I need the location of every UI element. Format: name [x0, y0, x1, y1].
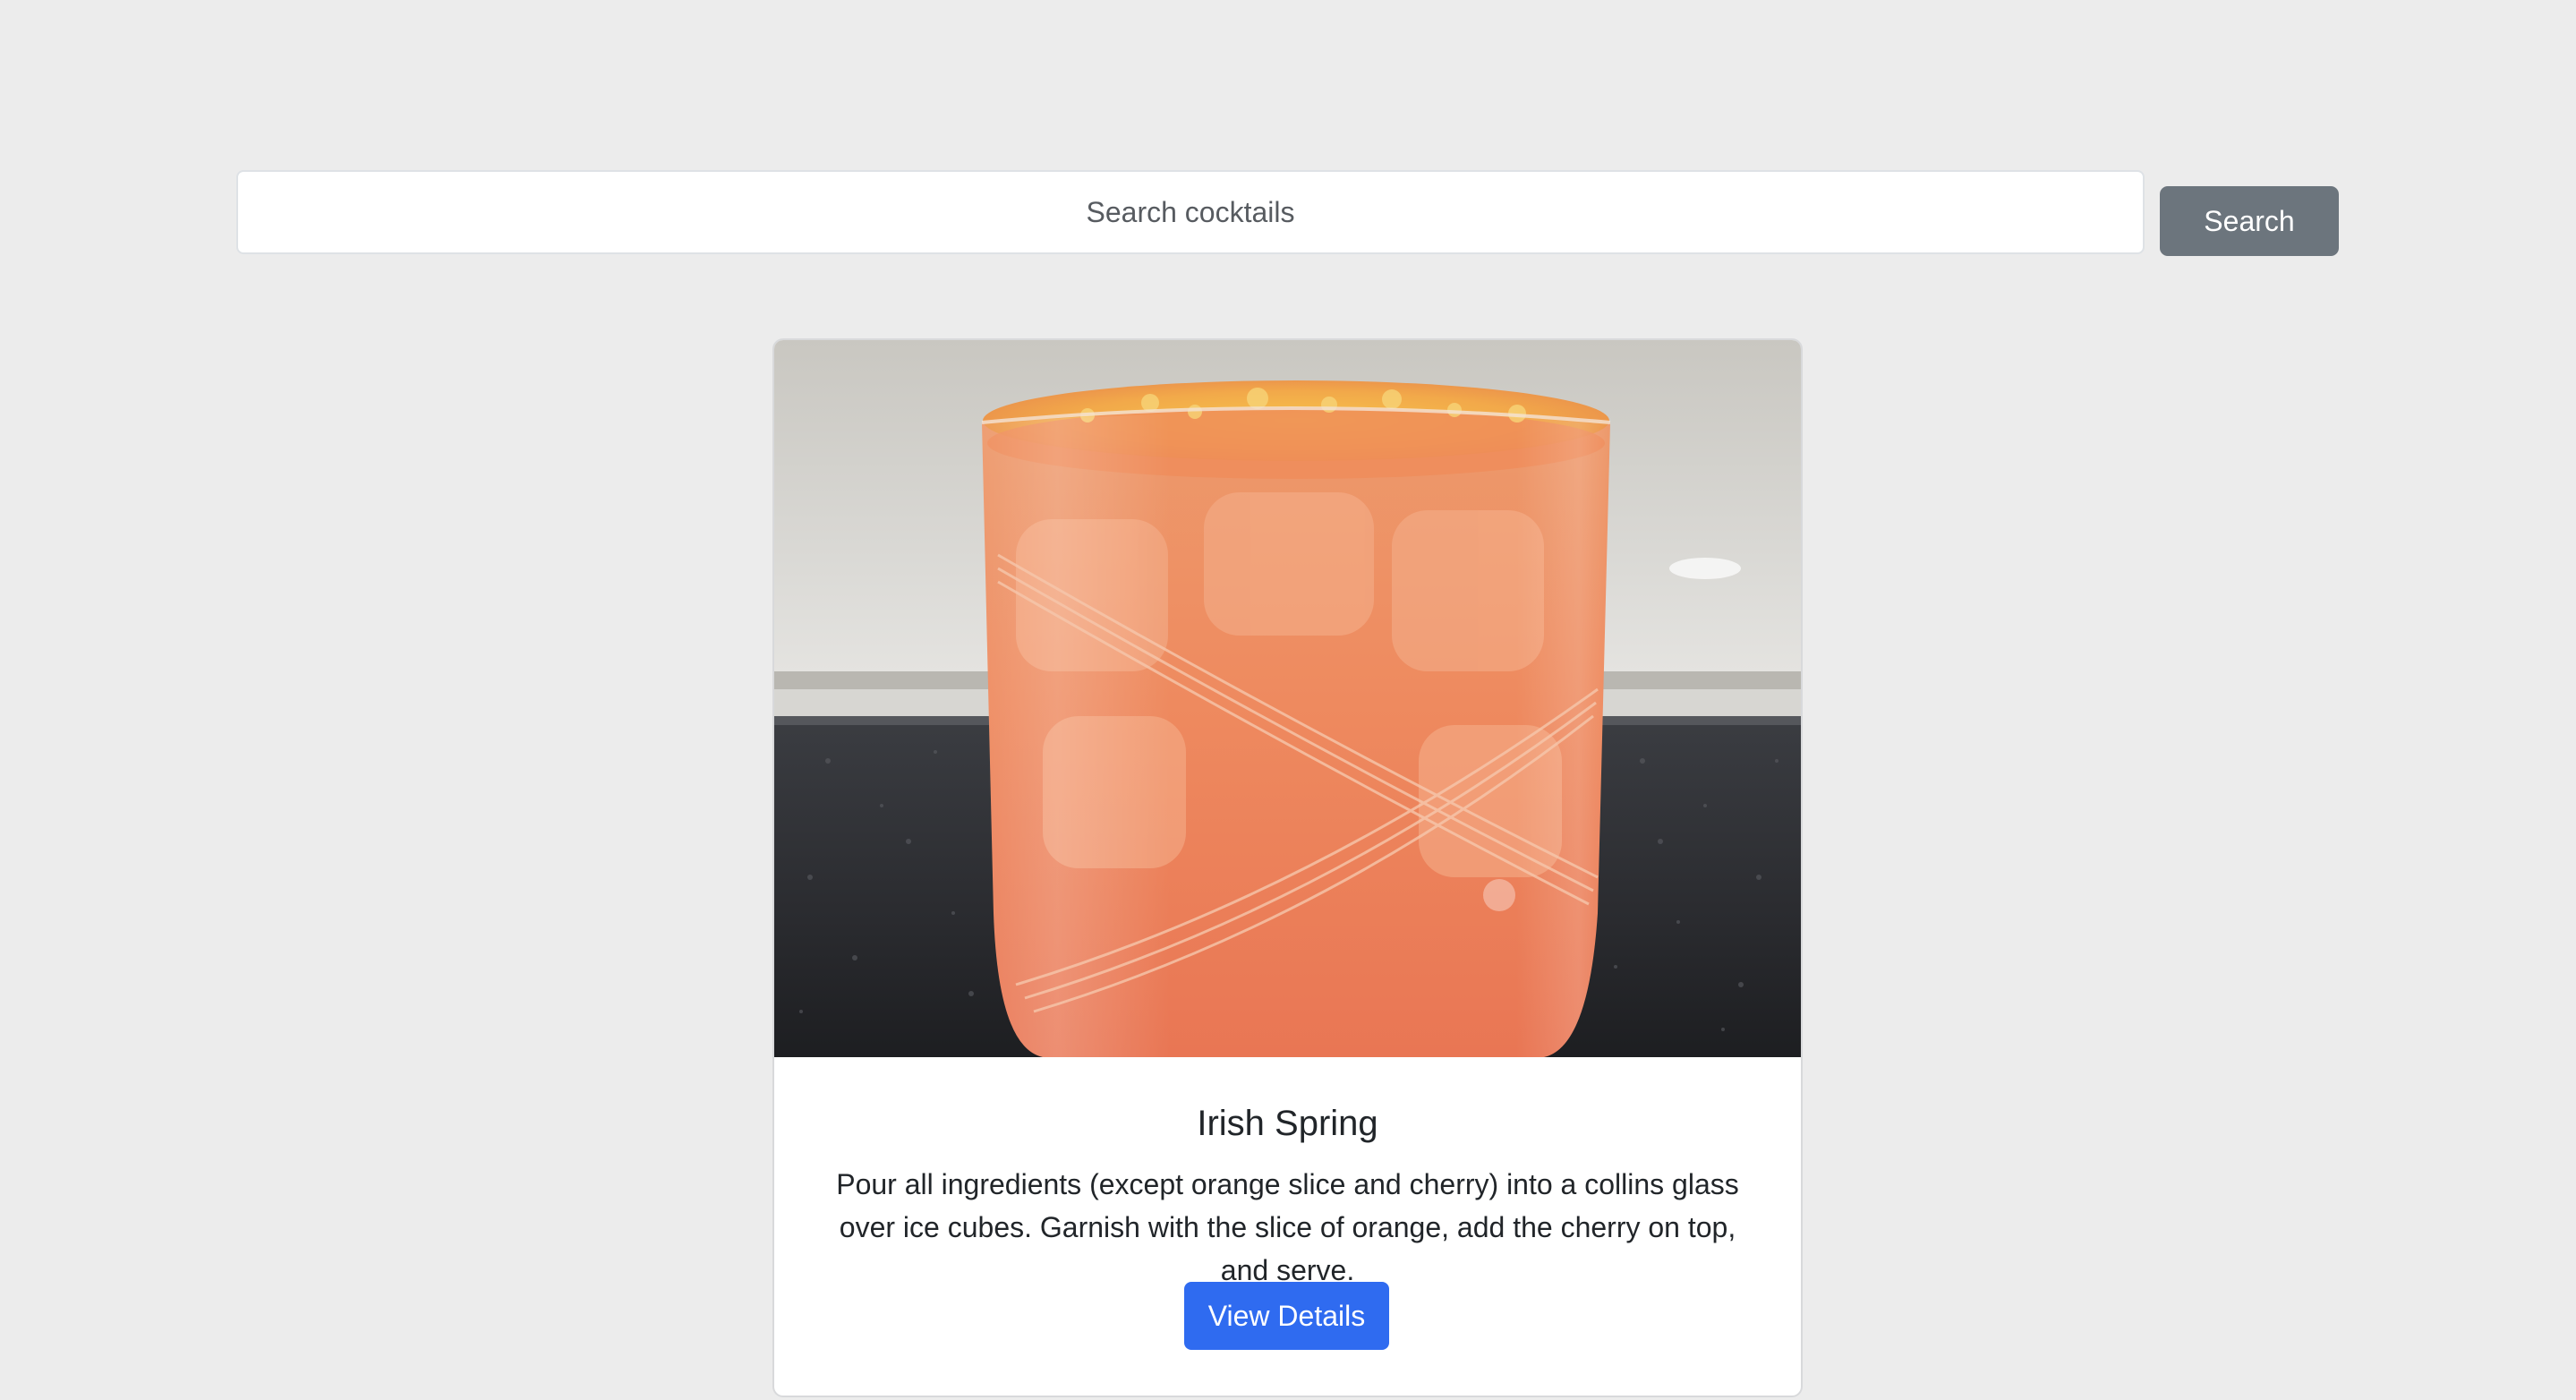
cocktail-card: Irish Spring Pour all ingredients (excep… — [772, 338, 1803, 1397]
view-details-button[interactable]: View Details — [1184, 1282, 1389, 1350]
search-input[interactable] — [236, 170, 2145, 254]
search-bar: Search — [236, 170, 2339, 256]
card-body: Irish Spring Pour all ingredients (excep… — [774, 1057, 1801, 1396]
cocktail-description: Pour all ingredients (except orange slic… — [836, 1168, 1739, 1286]
cocktail-title: Irish Spring — [1197, 1104, 1378, 1143]
cocktail-image — [774, 340, 1801, 1057]
search-button[interactable]: Search — [2160, 186, 2339, 256]
